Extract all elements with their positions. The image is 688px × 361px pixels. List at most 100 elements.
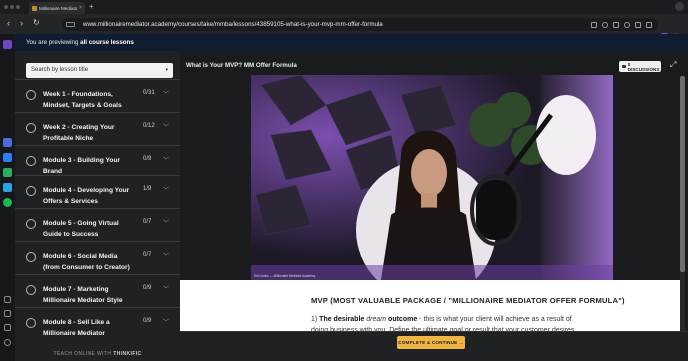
chapter-item[interactable]: Week 1 - Foundations, Mindset, Targets &… (15, 79, 180, 112)
heart-icon[interactable] (4, 296, 11, 303)
site-info-icon[interactable] (66, 22, 75, 27)
tab-title: Millionaire Mediator Bus (39, 5, 78, 11)
app-home-icon[interactable] (3, 40, 12, 49)
chapter-title: Module 5 - Going Virtual Guide to Succes… (43, 220, 119, 238)
extensions-icon[interactable] (646, 21, 652, 28)
lesson-main: What is Your MVP? MM Offer Formula 0 DIS… (180, 51, 688, 361)
para-bold-2: outcome (386, 316, 418, 323)
site-favicon-icon (32, 5, 37, 11)
chapter-item[interactable]: Module 6 - Social Media (from Consumer t… (15, 241, 180, 274)
progress-circle-icon (26, 186, 36, 196)
progress-circle-icon (26, 318, 36, 328)
footer-brand: THINKIFIC (113, 351, 142, 357)
chapter-item[interactable]: Module 8 - Sell Like a Millionaire Media… (15, 307, 180, 340)
scrollbar-thumb[interactable] (680, 76, 685, 272)
bookmark-icon[interactable] (591, 21, 597, 28)
video-caption: Kiri Linnitz — Millionaire Mediator Acad… (254, 274, 316, 278)
forward-button[interactable]: › (20, 18, 23, 28)
chapter-title: Module 8 - Sell Like a Millionaire Media… (43, 319, 110, 337)
lesson-footer-bar: COMPLETE & CONTINUE → (180, 331, 688, 361)
chevron-down-icon: ▾ (165, 67, 168, 73)
para-rest: - this is what your client will achieve … (417, 316, 572, 323)
share-icon[interactable] (613, 21, 619, 28)
fullscreen-icon[interactable]: ⤢ (670, 60, 676, 70)
window-zoom-dot[interactable] (16, 5, 20, 9)
lesson-search-dropdown[interactable]: Search by lesson title ▾ (26, 63, 173, 78)
profile-icon[interactable] (675, 2, 684, 11)
banner-prefix: You are previewing (26, 39, 81, 46)
lesson-text-content: MVP (MOST VALUABLE PACKAGE / "MILLIONAIR… (180, 280, 680, 335)
browser-tab[interactable]: Millionaire Mediator Bus × (29, 2, 85, 14)
progress-circle-icon (26, 285, 36, 295)
preview-banner: You are previewing all course lessons (15, 34, 688, 51)
chapter-title: Module 6 - Social Media (from Consumer t… (43, 253, 130, 271)
chapter-item[interactable]: Module 5 - Going Virtual Guide to Succes… (15, 208, 180, 241)
chapter-count: 1/9 (143, 186, 152, 192)
progress-circle-icon (26, 219, 36, 229)
banner-bold: all course lessons (80, 39, 134, 46)
chapter-count: 0/9 (143, 318, 152, 324)
chapter-count: 0/7 (143, 219, 152, 225)
zoom-icon[interactable] (624, 21, 630, 28)
chapter-title: Module 3 - Building Your Brand (43, 157, 121, 175)
url-bar[interactable]: www.millionairemediator.academy/courses/… (62, 18, 658, 31)
chevron-down-icon[interactable]: ﹀ (163, 89, 169, 98)
chevron-down-icon[interactable]: ﹀ (163, 122, 169, 131)
progress-circle-icon (26, 252, 36, 262)
chevron-down-icon[interactable]: ﹀ (163, 185, 169, 194)
discussions-button[interactable]: 0 DISCUSSIONS (619, 61, 661, 72)
new-tab-button[interactable]: + (89, 2, 94, 11)
more-icon[interactable] (4, 339, 11, 346)
chapter-item[interactable]: Module 7 - Marketing Millionaire Mediato… (15, 274, 180, 307)
thinkific-footer[interactable]: TEACH ONLINE WITH THINKIFIC (15, 346, 180, 361)
chapter-title: Week 2 - Creating Your Profitable Niche (43, 124, 115, 142)
address-toolbar: ‹ › ↻ www.millionairemediator.academy/co… (0, 14, 688, 40)
app-dock (0, 34, 15, 361)
chapter-count: 0/31 (143, 90, 155, 96)
chevron-down-icon[interactable]: ﹀ (163, 155, 169, 164)
video-frame (251, 75, 613, 280)
para-bold: The desirable (319, 316, 367, 323)
chapter-title: Module 7 - Marketing Millionaire Mediato… (43, 286, 123, 304)
chapter-count: 0/12 (143, 123, 155, 129)
spotify-icon[interactable] (3, 198, 12, 207)
progress-circle-icon (26, 156, 36, 166)
window-minimize-dot[interactable] (10, 5, 14, 9)
para-em: dream (366, 316, 387, 323)
star-icon[interactable] (635, 21, 641, 28)
search-placeholder: Search by lesson title (31, 67, 89, 73)
chevron-down-icon[interactable]: ﹀ (163, 284, 169, 293)
url-bar-actions (591, 21, 658, 28)
app-arc-icon[interactable] (3, 138, 12, 147)
chevron-down-icon[interactable]: ﹀ (163, 251, 169, 260)
messenger-icon[interactable] (3, 153, 12, 162)
progress-circle-icon (26, 123, 36, 133)
telegram-icon[interactable] (3, 183, 12, 192)
chapter-count: 0/9 (143, 285, 152, 291)
content-scrollbar[interactable] (680, 76, 685, 355)
tab-close-icon[interactable]: × (79, 5, 82, 11)
chevron-down-icon[interactable]: ﹀ (163, 317, 169, 326)
lesson-video-player[interactable]: Kiri Linnitz — Millionaire Mediator Acad… (251, 75, 613, 280)
chevron-down-icon[interactable]: ﹀ (163, 218, 169, 227)
progress-circle-icon (26, 90, 36, 100)
chapter-item[interactable]: Module 3 - Building Your Brand 0/9 ﹀ (15, 145, 180, 175)
content-heading: MVP (MOST VALUABLE PACKAGE / "MILLIONAIR… (311, 296, 625, 305)
chapter-item[interactable]: Module 4 - Developing Your Offers & Serv… (15, 175, 180, 208)
lesson-header: What is Your MVP? MM Offer Formula 0 DIS… (180, 51, 688, 73)
chapter-title: Week 1 - Foundations, Mindset, Targets &… (43, 91, 122, 109)
camera-icon[interactable] (602, 21, 608, 28)
url-text[interactable]: www.millionairemediator.academy/courses/… (83, 21, 383, 28)
back-button[interactable]: ‹ (7, 18, 10, 28)
chapter-item[interactable]: Week 2 - Creating Your Profitable Niche … (15, 112, 180, 145)
window-close-dot[interactable] (4, 5, 8, 9)
reload-button[interactable]: ↻ (33, 18, 40, 28)
complete-continue-button[interactable]: COMPLETE & CONTINUE → (397, 336, 465, 349)
settings-icon[interactable] (4, 324, 11, 331)
history-icon[interactable] (4, 310, 11, 317)
comment-icon (622, 65, 626, 68)
para-number: 1) (311, 316, 320, 323)
chapter-count: 0/7 (143, 252, 152, 258)
whatsapp-icon[interactable] (3, 168, 12, 177)
chapter-count: 0/9 (143, 156, 152, 162)
